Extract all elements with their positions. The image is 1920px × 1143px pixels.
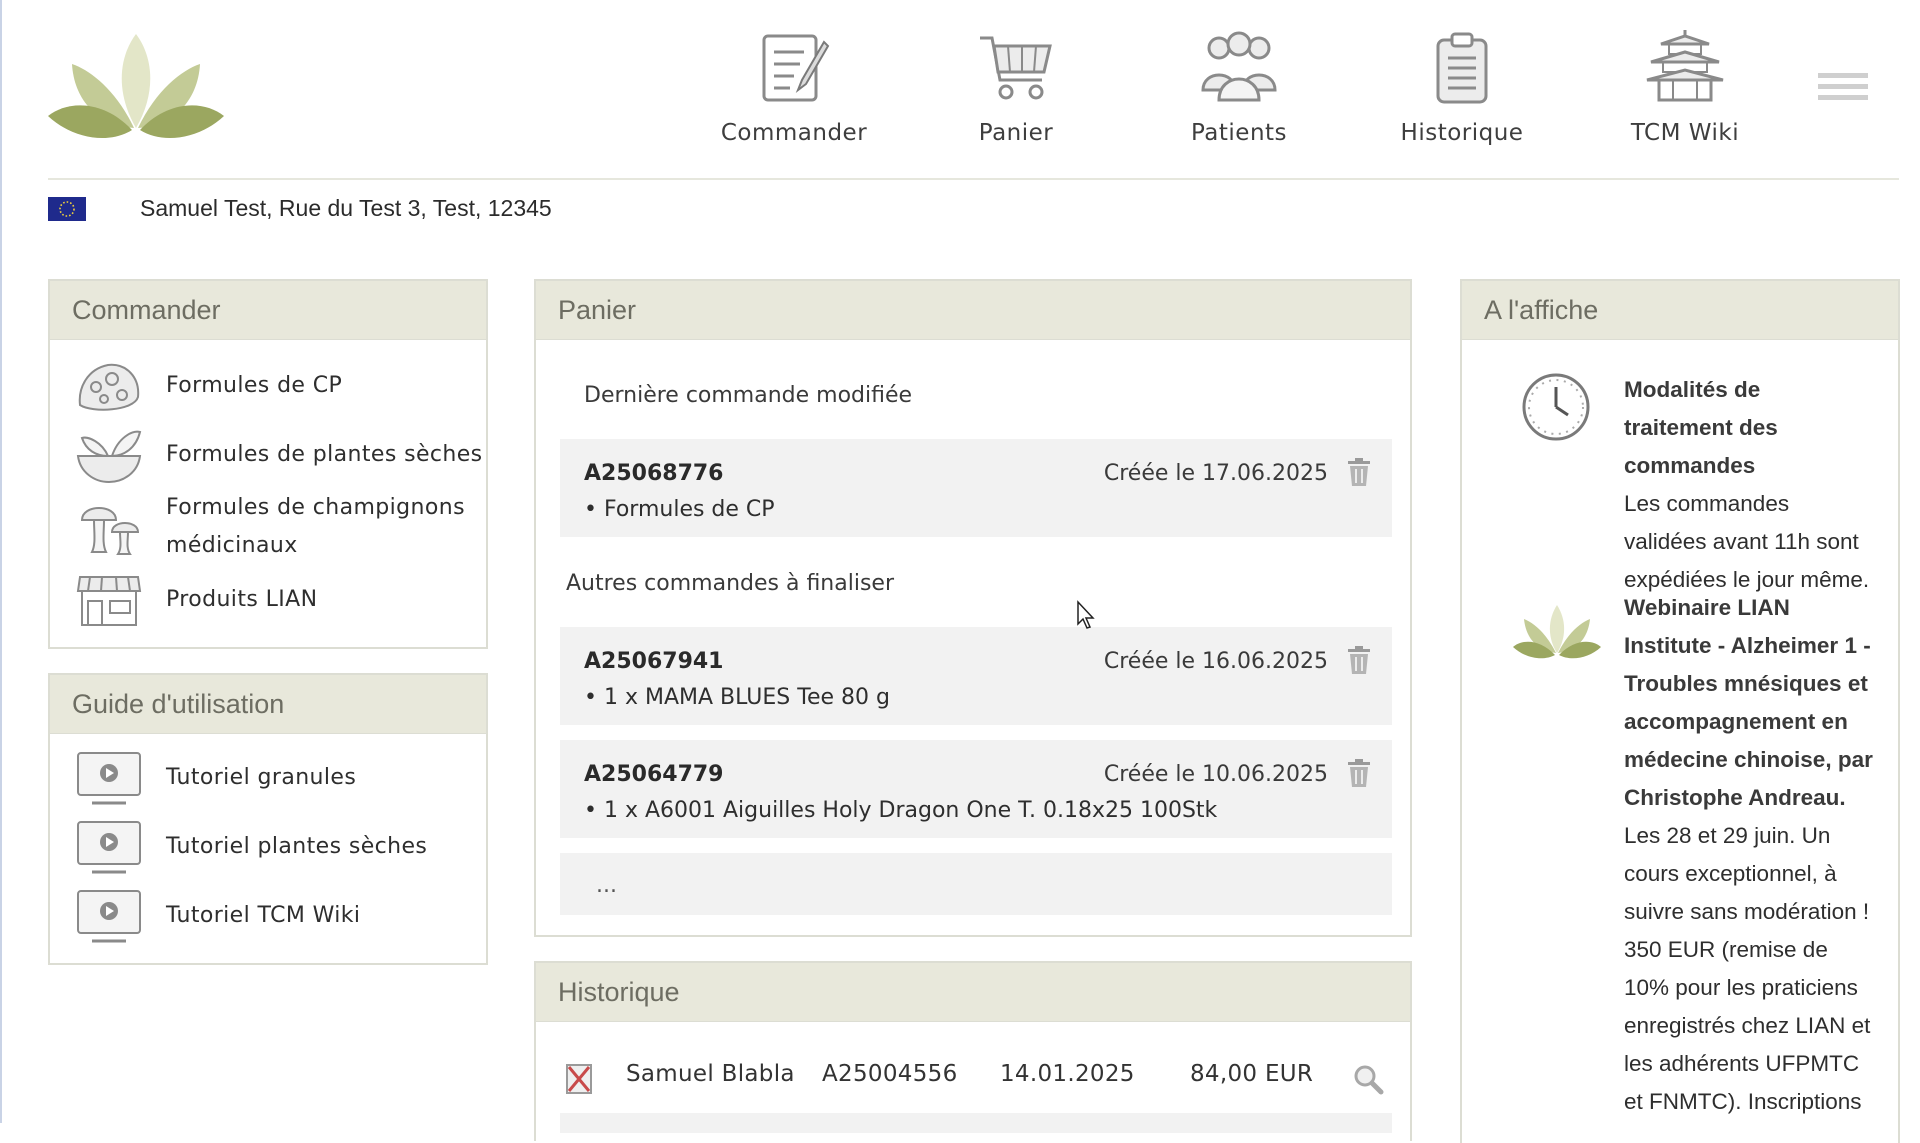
nav-label: Commander [720,120,868,146]
news-text: Les commandes validées avant 11h sont ex… [1624,491,1870,592]
order-card[interactable]: A25067941 Créée le 16.06.2025 • 1 x MAMA… [560,627,1392,725]
nav-patients[interactable]: Patients [1149,28,1329,146]
order-date: Créée le 16.06.2025 [1103,649,1328,674]
other-orders-label: Autres commandes à finaliser [566,571,894,596]
news-text: Les 28 et 29 juin. Un cours exceptionnel… [1624,823,1871,1114]
cart-icon [980,36,1052,100]
order-form-icon [762,34,830,102]
panier-panel: Panier Dernière commande modifiée A25068… [534,279,1412,937]
history-patient: Samuel Blabla [626,1061,795,1087]
order-card-last[interactable]: A25068776 Créée le 17.06.2025 • Formules… [560,439,1392,537]
nav-commander[interactable]: Commander [704,28,884,146]
history-row[interactable]: Samuel Blabla A25004556 14.01.2025 84,00… [564,1049,1394,1107]
panel-title: A l'affiche [1462,281,1898,340]
lotus-icon [1513,605,1601,659]
panel-title: Panier [536,281,1410,340]
nav-label: Historique [1400,120,1524,146]
commander-item-champignons[interactable]: Formules de champignons médicinaux [74,489,465,565]
news-item: Webinaire LIAN Institute - Alzheimer 1 -… [1624,589,1874,1121]
eu-flag-icon [48,197,86,221]
commander-item-label: Formules de CP [166,373,343,398]
history-amount: 84,00 EUR [1190,1061,1314,1087]
commander-item-label: Produits LIAN [166,587,318,612]
panel-title: Historique [536,963,1410,1022]
order-line: • 1 x MAMA BLUES Tee 80 g [584,685,890,710]
news-heading: Modalités de traitement des commandes [1624,377,1778,478]
commander-item-label: Formules de plantes sèches [166,442,483,467]
search-icon[interactable] [1352,1063,1384,1095]
news-heading: Webinaire LIAN Institute - Alzheimer 1 -… [1624,595,1873,810]
label-line: médicinaux [166,533,298,558]
commander-item-cp[interactable]: Formules de CP [74,357,342,415]
order-id: A25064779 [584,762,724,787]
clock-icon [1522,373,1590,441]
cancelled-order-icon [566,1064,592,1094]
trash-icon[interactable] [1346,457,1372,487]
order-id: A25067941 [584,649,724,674]
nav-panier[interactable]: Panier [926,28,1106,146]
guide-item-label: Tutoriel plantes sèches [166,834,428,859]
last-modified-label: Dernière commande modifiée [584,383,913,408]
lotus-logo[interactable] [46,30,226,148]
video-monitor-icon [77,890,141,943]
order-date: Créée le 17.06.2025 [1103,461,1328,486]
shop-icon [76,576,142,626]
granules-icon [78,363,140,411]
nav-label: Panier [978,120,1054,146]
historique-panel: Historique Samuel Blabla A25004556 14.01… [534,961,1412,1141]
history-row-partial[interactable] [560,1113,1392,1133]
nav-label: TCM Wiki [1630,120,1740,146]
label-line: Formules de champignons [166,495,465,520]
guide-item-tcm-wiki[interactable]: Tutoriel TCM Wiki [74,887,360,945]
commander-item-produits[interactable]: Produits LIAN [74,571,317,629]
user-address: Samuel Test, Rue du Test 3, Test, 12345 [140,195,552,221]
order-line: • Formules de CP [584,497,775,522]
clipboard-icon [1436,32,1488,104]
order-card[interactable]: A25064779 Créée le 10.06.2025 • 1 x A600… [560,740,1392,838]
history-date: 14.01.2025 [1000,1061,1135,1087]
trash-icon[interactable] [1346,645,1372,675]
guide-item-plantes[interactable]: Tutoriel plantes sèches [74,818,427,876]
pagoda-icon [1646,30,1724,102]
window-edge [0,0,2,1123]
order-date: Créée le 10.06.2025 [1103,762,1328,787]
affiche-panel: A l'affiche Modalités de traitement des … [1460,279,1900,1143]
trash-icon[interactable] [1346,758,1372,788]
header-divider [48,178,1899,180]
nav-historique[interactable]: Historique [1372,28,1552,146]
news-item: Modalités de traitement des commandes Le… [1624,371,1874,599]
history-order-id: A25004556 [822,1061,958,1087]
video-monitor-icon [77,821,141,874]
guide-panel: Guide d'utilisation Tutoriel granules Tu… [48,673,488,965]
patients-icon [1201,31,1277,102]
order-line: • 1 x A6001 Aiguilles Holy Dragon One T.… [584,798,1218,823]
hamburger-menu-icon[interactable] [1816,70,1870,104]
panel-title: Commander [50,281,486,340]
commander-item-label: Formules de champignons médicinaux [166,489,465,565]
herb-bowl-icon [76,430,142,484]
nav-tcm-wiki[interactable]: TCM Wiki [1595,28,1775,146]
video-monitor-icon [77,752,141,805]
mouse-cursor-icon [1077,600,1095,629]
nav-label: Patients [1190,120,1288,146]
mushroom-icon [80,507,140,555]
order-id: A25068776 [584,461,724,486]
more-orders-text: ... [596,873,617,898]
more-orders[interactable]: ... [560,853,1392,915]
panel-title: Guide d'utilisation [50,675,486,734]
guide-item-granules[interactable]: Tutoriel granules [74,749,356,807]
commander-item-plantes[interactable]: Formules de plantes sèches [74,426,483,484]
guide-item-label: Tutoriel granules [166,765,357,790]
commander-panel: Commander Formules de CP Formules de pla… [48,279,488,649]
guide-item-label: Tutoriel TCM Wiki [166,903,361,928]
